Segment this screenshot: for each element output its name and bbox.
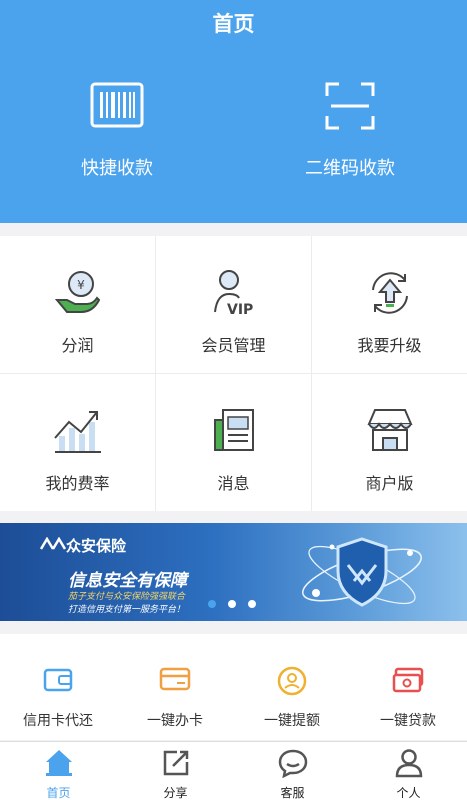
pagination-dot[interactable] — [248, 600, 256, 608]
tab-label: 客服 — [280, 786, 305, 800]
service-label: 信用卡代还 — [23, 713, 93, 729]
banner-subtitle: 茄子支付与众安保险强强联合 — [68, 592, 186, 602]
loan-icon — [392, 667, 424, 693]
service-label: 一键办卡 — [147, 713, 203, 729]
share-icon — [163, 750, 188, 776]
tab-personal[interactable]: 个人 — [350, 742, 467, 800]
tab-home[interactable]: 首页 — [0, 742, 117, 800]
person-icon — [395, 749, 422, 778]
grid-item-label: 消息 — [217, 474, 250, 493]
quick-pay-button[interactable]: 快捷收款 — [17, 80, 217, 180]
tab-label: 首页 — [46, 786, 71, 800]
pagination-dot[interactable] — [228, 600, 236, 608]
service-label: 一键提额 — [264, 713, 320, 729]
upgrade-icon — [371, 272, 408, 314]
banner-brand: 众安保险 — [66, 537, 127, 555]
grid-item-store[interactable]: 商户版 — [312, 374, 467, 511]
home-icon — [45, 750, 72, 776]
profit-share-icon: ¥ — [54, 271, 100, 313]
svg-text:¥: ¥ — [77, 278, 85, 292]
zhongan-logo-icon — [40, 537, 66, 550]
qr-pay-label: 二维码收款 — [305, 158, 395, 179]
shield-orbit-icon — [302, 537, 422, 607]
grid-item-label: 我的费率 — [45, 474, 110, 493]
grid-item-label: 分润 — [61, 336, 94, 355]
banner-subtitle: 打造信用支付第一服务平台！ — [68, 605, 186, 615]
banner-slogan: 信息安全有保障 — [68, 571, 187, 591]
scan-frame-icon — [325, 82, 375, 130]
limit-increase-icon — [277, 666, 307, 696]
services-row: 信用卡代还 一键办卡 一键提额 一键贷款 — [0, 634, 467, 740]
customer-service-icon — [278, 749, 307, 778]
page-title: 首页 — [212, 12, 255, 36]
wallet-icon — [43, 668, 73, 692]
barcode-icon — [90, 82, 144, 128]
pagination-dot-active[interactable] — [208, 600, 216, 608]
store-icon — [366, 409, 413, 451]
header: 首页 快捷收款 二维码收款 — [0, 0, 467, 223]
service-apply-card[interactable]: 一键办卡 — [117, 634, 233, 740]
service-loan[interactable]: 一键贷款 — [350, 634, 466, 740]
tab-label: 分享 — [163, 786, 188, 800]
grid-item-label: 我要升级 — [357, 336, 422, 355]
service-limit-increase[interactable]: 一键提额 — [234, 634, 350, 740]
service-credit-repay[interactable]: 信用卡代还 — [0, 634, 116, 740]
service-label: 一键贷款 — [380, 713, 436, 729]
grid-item-member-management[interactable]: VIP 会员管理 — [156, 236, 311, 373]
grid-item-message[interactable]: 消息 — [156, 374, 311, 511]
tab-share[interactable]: 分享 — [117, 742, 234, 800]
rate-chart-icon — [53, 411, 101, 453]
tab-label: 个人 — [396, 786, 421, 800]
svg-text:VIP: VIP — [227, 302, 253, 318]
message-icon — [213, 409, 254, 451]
qr-pay-button[interactable]: 二维码收款 — [250, 80, 450, 180]
function-grid: ¥ 分润 VIP 会员管理 我要升级 我的费率 消息 商户版 — [0, 236, 467, 511]
credit-card-icon — [159, 667, 191, 691]
quick-pay-label: 快捷收款 — [81, 158, 153, 179]
grid-item-rate[interactable]: 我的费率 — [0, 374, 155, 511]
grid-item-profit-share[interactable]: ¥ 分润 — [0, 236, 155, 373]
grid-item-upgrade[interactable]: 我要升级 — [312, 236, 467, 373]
grid-item-label: 商户版 — [365, 474, 414, 493]
vip-member-icon: VIP — [213, 270, 253, 318]
tab-customer-service[interactable]: 客服 — [234, 742, 351, 800]
grid-item-label: 会员管理 — [201, 336, 266, 355]
bottom-tab-bar: 首页 分享 客服 个人 — [0, 741, 467, 800]
